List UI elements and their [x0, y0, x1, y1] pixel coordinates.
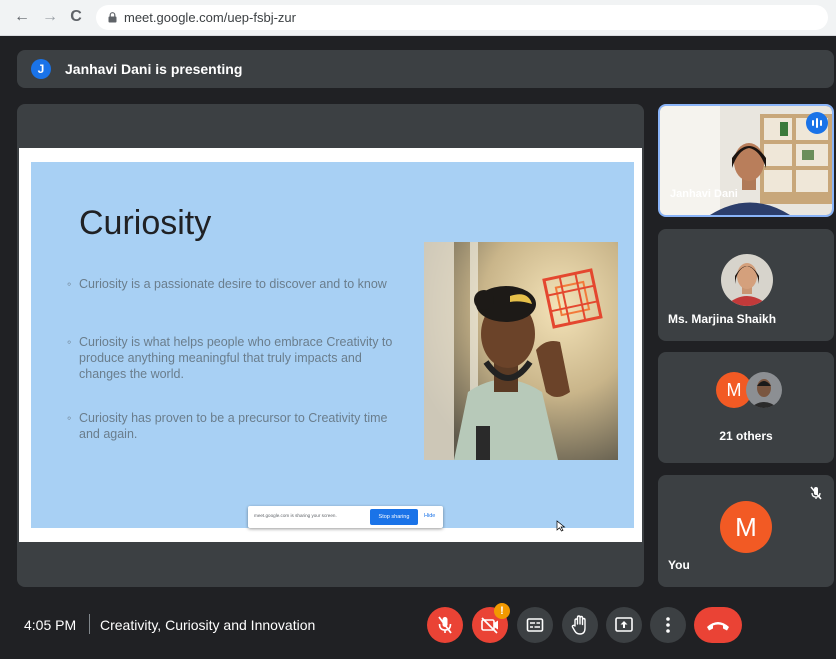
- present-screen-icon: [615, 617, 633, 632]
- hang-up-icon: [707, 622, 729, 631]
- leave-call-button[interactable]: [694, 607, 742, 643]
- slide-title: Curiosity: [79, 204, 212, 242]
- slide-photo: [424, 242, 618, 460]
- reload-icon[interactable]: C: [66, 7, 86, 27]
- present-screen-button[interactable]: [606, 607, 642, 643]
- lock-icon: [108, 12, 117, 23]
- presenting-banner: J Janhavi Dani is presenting: [17, 50, 834, 88]
- mouse-cursor-icon: [556, 520, 566, 532]
- meeting-time: 4:05 PM: [24, 617, 77, 633]
- participant-tile-presenter[interactable]: Janhavi Dani: [658, 104, 834, 217]
- stop-sharing-button[interactable]: Stop sharing: [370, 509, 418, 525]
- footer-divider: [89, 614, 90, 634]
- participant-name: Janhavi Dani: [670, 188, 738, 200]
- raise-hand-button[interactable]: [562, 607, 598, 643]
- participant-avatar-photo: [721, 254, 773, 306]
- slide-bullet: Curiosity is what helps people who embra…: [67, 334, 397, 382]
- camera-alert-badge: !: [494, 603, 510, 619]
- captions-icon: [526, 618, 544, 632]
- raise-hand-icon: [571, 615, 586, 635]
- others-count: 21 others: [719, 429, 773, 443]
- presentation-tile: Curiosity Curiosity is a passionate desi…: [17, 104, 644, 587]
- slide-bullet: Curiosity is a passionate desire to disc…: [67, 276, 397, 292]
- browser-toolbar: ← → C meet.google.com/uep-fsbj-zur: [0, 0, 836, 36]
- back-arrow-icon[interactable]: ←: [12, 7, 32, 27]
- share-message: meet.google.com is sharing your screen.: [254, 513, 337, 518]
- others-avatar-photo: [746, 372, 782, 408]
- slide-frame: Curiosity Curiosity is a passionate desi…: [19, 148, 642, 542]
- slide: Curiosity Curiosity is a passionate desi…: [31, 162, 634, 532]
- mic-toggle-button[interactable]: [427, 607, 463, 643]
- self-avatar: M: [720, 501, 772, 553]
- speaking-indicator-icon: [806, 112, 828, 134]
- presenter-avatar: J: [31, 59, 51, 79]
- self-label: You: [668, 558, 690, 572]
- participant-tile-marjina[interactable]: Ms. Marjina Shaikh: [658, 229, 834, 341]
- more-options-button[interactable]: [650, 607, 686, 643]
- presenting-text: Janhavi Dani is presenting: [65, 61, 243, 77]
- forward-arrow-icon[interactable]: →: [40, 7, 60, 27]
- participant-tile-others[interactable]: M 21 others: [658, 352, 834, 463]
- captions-button[interactable]: [517, 607, 553, 643]
- address-bar[interactable]: meet.google.com/uep-fsbj-zur: [96, 5, 828, 30]
- muted-mic-icon: [810, 486, 822, 500]
- meeting-title: Creativity, Curiosity and Innovation: [100, 617, 316, 633]
- participant-name: Ms. Marjina Shaikh: [668, 312, 777, 326]
- url-text: meet.google.com/uep-fsbj-zur: [124, 10, 296, 25]
- mic-off-icon: [438, 616, 452, 634]
- hide-link[interactable]: Hide: [424, 513, 435, 519]
- slide-bullet: Curiosity has proven to be a precursor t…: [67, 410, 397, 442]
- screen-share-notification: meet.google.com is sharing your screen. …: [248, 506, 443, 528]
- participant-tile-self[interactable]: M You: [658, 475, 834, 587]
- more-vert-icon: [666, 617, 670, 633]
